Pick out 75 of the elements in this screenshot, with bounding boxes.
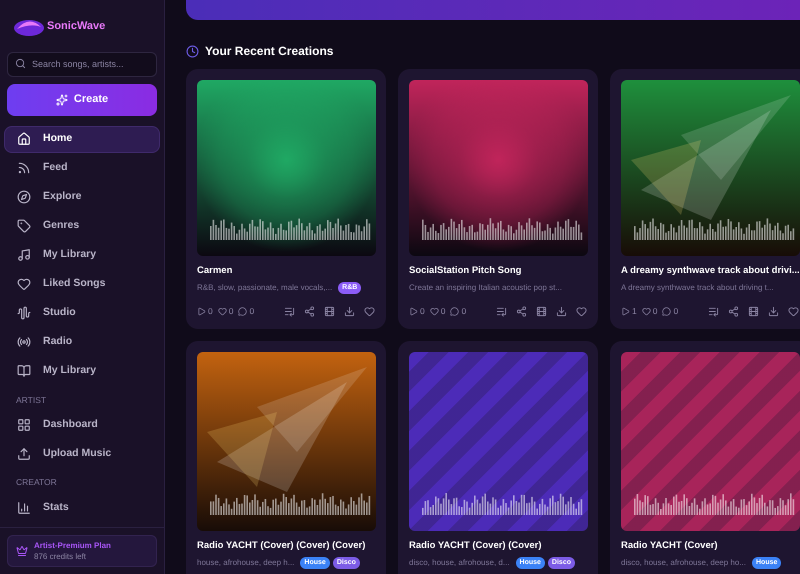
search-field[interactable]: Search songs, artists... bbox=[7, 52, 157, 76]
nav-item[interactable]: Studio bbox=[4, 300, 160, 326]
comment-count: 0 bbox=[238, 305, 254, 318]
queue-icon[interactable] bbox=[284, 306, 295, 318]
track-title: Carmen bbox=[197, 264, 232, 278]
track-description: R&B, slow, passionate, male vocals,... bbox=[197, 282, 332, 294]
share-icon[interactable] bbox=[728, 306, 739, 318]
track-title: A dreamy synthwave track about drivi... bbox=[621, 264, 800, 278]
play-count: 1 bbox=[621, 305, 637, 318]
waveform-icon bbox=[17, 306, 31, 320]
home-icon bbox=[17, 132, 31, 146]
brand-name: SonicWave bbox=[47, 18, 106, 34]
film-icon[interactable] bbox=[324, 306, 335, 318]
like-count: 0 bbox=[642, 305, 658, 318]
nav-item[interactable]: My Library bbox=[4, 358, 160, 384]
nav-item[interactable]: Explore bbox=[4, 184, 160, 210]
compass-icon bbox=[17, 190, 31, 204]
grid-icon bbox=[17, 418, 31, 432]
share-icon[interactable] bbox=[516, 306, 527, 318]
crown-icon bbox=[16, 545, 28, 557]
heart-icon bbox=[17, 277, 31, 291]
track-description: A dreamy synthwave track about driving t... bbox=[621, 282, 774, 294]
music-note-icon bbox=[17, 248, 31, 262]
credits-left: 876 credits left bbox=[34, 551, 88, 562]
nav-item[interactable]: Upload Music bbox=[4, 440, 160, 468]
nav-item[interactable]: Stats bbox=[4, 494, 160, 521]
upload-icon bbox=[17, 446, 31, 461]
play-count: 0 bbox=[409, 305, 425, 318]
section-label: CREATOR bbox=[15, 476, 58, 489]
create-button[interactable]: Create bbox=[7, 84, 157, 116]
comment-count: 0 bbox=[450, 305, 466, 318]
nav-item[interactable]: Liked Songs bbox=[4, 270, 160, 298]
track-description: disco, house, afrohouse, d... bbox=[409, 557, 510, 569]
search-icon bbox=[15, 58, 26, 69]
clock-icon bbox=[186, 44, 199, 58]
play-count: 0 bbox=[197, 305, 213, 318]
track-title: SocialStation Pitch Song bbox=[409, 264, 522, 278]
section-heading: Your Recent Creations bbox=[205, 43, 334, 60]
bar-chart-icon bbox=[17, 500, 31, 514]
track-title: Radio YACHT (Cover) (Cover) bbox=[409, 539, 542, 552]
nav-item[interactable]: Radio bbox=[4, 328, 160, 356]
film-icon[interactable] bbox=[536, 306, 547, 318]
nav-item[interactable]: Home bbox=[4, 126, 160, 152]
nav-item[interactable]: My Library bbox=[4, 242, 160, 268]
section-label: ARTIST bbox=[15, 394, 48, 406]
track-card[interactable]: SocialStation Pitch Song Create an inspiring Italian acoustic pop st... 0 0 0 bbox=[398, 69, 598, 329]
track-description: disco, house, afrohouse, deep ho... bbox=[621, 557, 746, 569]
queue-icon[interactable] bbox=[708, 306, 719, 318]
film-icon[interactable] bbox=[748, 306, 759, 318]
radio-icon bbox=[17, 335, 31, 349]
like-count: 0 bbox=[218, 305, 234, 318]
queue-icon[interactable] bbox=[496, 306, 507, 318]
nav-item[interactable]: Dashboard bbox=[4, 411, 160, 438]
comment-count: 0 bbox=[662, 305, 678, 318]
sparkles-icon bbox=[56, 94, 68, 106]
nav-item[interactable]: Genres bbox=[4, 212, 160, 240]
plan-card[interactable]: Artist-Premium Plan 876 credits left bbox=[7, 535, 157, 567]
heart-icon[interactable] bbox=[364, 306, 375, 318]
track-description: house, afrohouse, deep h... bbox=[197, 557, 294, 569]
track-description: Create an inspiring Italian acoustic pop st... bbox=[409, 282, 562, 294]
like-count: 0 bbox=[430, 305, 446, 318]
nav-item[interactable]: Feed bbox=[4, 154, 160, 182]
track-title: Radio YACHT (Cover) (Cover) (Cover) bbox=[197, 539, 366, 552]
download-icon[interactable] bbox=[344, 306, 355, 318]
book-icon bbox=[17, 364, 31, 378]
track-title: Radio YACHT (Cover) bbox=[621, 539, 718, 552]
heart-icon[interactable] bbox=[788, 306, 799, 318]
track-card[interactable]: A dreamy synthwave track about drivi... A dreamy synthwave track about driving t... 1 0 0 bbox=[610, 69, 800, 329]
share-icon[interactable] bbox=[304, 306, 315, 318]
download-icon[interactable] bbox=[768, 306, 779, 318]
heart-icon[interactable] bbox=[576, 306, 587, 318]
download-icon[interactable] bbox=[556, 306, 567, 318]
feed-icon bbox=[17, 161, 31, 175]
tag-icon bbox=[17, 219, 31, 233]
plan-name: Artist-Premium Plan bbox=[34, 540, 111, 551]
